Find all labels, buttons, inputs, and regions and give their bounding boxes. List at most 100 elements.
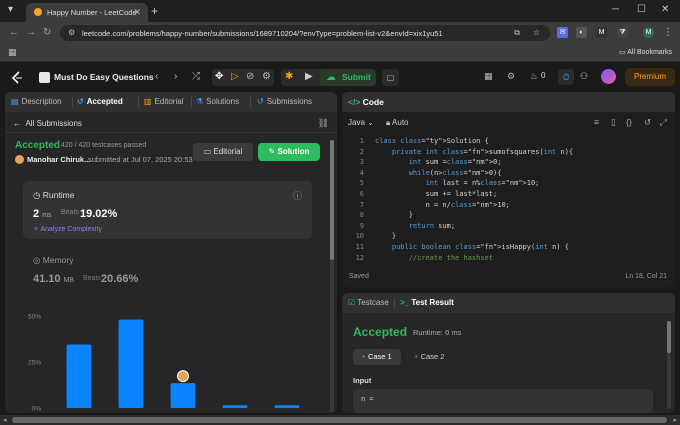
language-select[interactable]: Java ⌄ (348, 118, 374, 127)
submitter-name[interactable]: Manohar Chiruk... (27, 155, 90, 164)
code-line[interactable]: 7 n = n/class="nm">10; (342, 200, 675, 210)
debug-play-icon[interactable]: ▷ (231, 71, 239, 82)
case-2-tab[interactable]: • Case 2 (415, 352, 444, 361)
extension-icon-3[interactable]: M (596, 27, 607, 38)
all-bookmarks-link[interactable]: ▭ All Bookmarks (619, 48, 672, 56)
new-tab-icon[interactable]: + (151, 4, 158, 18)
omnibox[interactable]: ⚙ leetcode.com/problems/happy-number/sub… (60, 25, 550, 41)
tab-accepted[interactable]: ↺ Accepted (77, 97, 123, 106)
chart-bar[interactable] (118, 319, 144, 408)
braces-icon[interactable]: {} (626, 117, 632, 127)
extensions-puzzle-icon[interactable]: ⧩ (617, 27, 628, 38)
code-line[interactable]: 4 while(n>class="nm">0){ (342, 168, 675, 178)
problem-list-icon[interactable] (39, 72, 50, 83)
memory-label[interactable]: ◎ Memory (33, 255, 73, 266)
editorial-button[interactable]: ▭ Editorial (193, 143, 253, 161)
tab-test-result[interactable]: >_ Test Result (400, 298, 454, 307)
line-text[interactable]: int last = n%class="nm">10; (375, 178, 540, 188)
close-window-icon[interactable]: ✕ (661, 4, 669, 15)
user-avatar[interactable] (601, 69, 616, 84)
chrome-menu-icon[interactable]: ⋮ (663, 27, 673, 38)
code-line[interactable]: 6 sum += last*last; (342, 189, 675, 199)
extension-icon-1[interactable]: ✉ (557, 27, 568, 38)
forward-icon[interactable]: → (26, 27, 36, 38)
chart-bar[interactable] (170, 383, 196, 408)
analyze-complexity-link[interactable]: ✧ Analyze Complexity (33, 225, 102, 233)
info-icon[interactable]: ⓘ (293, 189, 302, 202)
code-line[interactable]: 11 public boolean class="fn">isHappy(int… (342, 242, 675, 252)
add-collaborator-icon[interactable]: ⚇ (580, 71, 588, 82)
line-text[interactable]: return sum; (375, 221, 455, 231)
code-line[interactable]: 9 return sum; (342, 221, 675, 231)
reload-icon[interactable]: ↻ (43, 27, 51, 38)
close-tab-icon[interactable]: ✕ (133, 7, 141, 18)
auto-mode-toggle[interactable]: 🔒︎ Auto (386, 118, 409, 128)
bookmark-star-icon[interactable]: ☆ (533, 28, 540, 37)
hide-icon[interactable]: ⊘ (246, 71, 254, 82)
runtime-card[interactable]: ◷ Runtime ⓘ 2 ms Beats 19.02% ✧ Analyze … (23, 181, 312, 239)
problem-list-name[interactable]: Must Do Easy Questions (54, 72, 154, 82)
settings-small-icon[interactable]: ⚙ (262, 71, 271, 82)
cast-icon[interactable]: ⧉ (514, 28, 520, 38)
prev-problem-icon[interactable]: ‹ (155, 71, 158, 82)
tab-solutions[interactable]: ⚗ Solutions (196, 97, 239, 106)
all-submissions-link[interactable]: ← All Submissions (13, 119, 82, 128)
apps-grid-icon[interactable]: ▦ (8, 47, 17, 58)
line-text[interactable]: public boolean class="fn">isHappy(int n)… (375, 242, 569, 252)
code-line[interactable]: 3 int sum =class="nm">0; (342, 157, 675, 167)
code-line[interactable]: 2 private int class="fn">sumofsquares(in… (342, 147, 675, 157)
maximize-icon[interactable]: ☐ (637, 4, 646, 15)
debug-bug-icon[interactable]: ✱ (285, 71, 293, 82)
line-text[interactable]: private int class="fn">sumofsquares(int … (375, 147, 573, 157)
shuffle-icon[interactable]: ⤮ (192, 71, 200, 82)
line-text[interactable]: class class="ty">Solution { (375, 136, 489, 146)
code-line[interactable]: 12 //create the hashset (342, 253, 675, 263)
copy-link-icon[interactable]: ⛓ (318, 118, 329, 129)
tab-list-icon[interactable]: ▾ (8, 4, 13, 15)
site-info-icon[interactable]: ⚙ (68, 28, 75, 37)
bookmark-icon[interactable]: ▯ (611, 117, 616, 128)
tab-description[interactable]: ▤ Description (11, 97, 62, 106)
code-line[interactable]: 5 int last = n%class="nm">10; (342, 178, 675, 188)
code-tab-title[interactable]: </> Code (348, 97, 384, 107)
profile-avatar[interactable]: M (643, 27, 654, 38)
tab-testcase[interactable]: ☑ Testcase (348, 298, 389, 307)
your-submission-marker[interactable] (177, 370, 189, 383)
code-line[interactable]: 10 } (342, 231, 675, 241)
layout-grid-icon[interactable]: ▦ (484, 71, 493, 82)
chart-bar[interactable] (66, 344, 92, 408)
line-text[interactable]: //create the hashset (375, 253, 493, 263)
premium-button[interactable]: Premium (625, 68, 675, 86)
back-icon[interactable]: ← (9, 27, 19, 38)
browser-tab[interactable]: Happy Number - LeetCode ✕ (26, 3, 148, 22)
result-scrollbar[interactable] (667, 321, 671, 409)
runtime-distribution-chart[interactable]: 50% 25% 0% (5, 306, 325, 413)
line-text[interactable]: sum += last*last; (375, 189, 498, 199)
leetcode-logo-icon[interactable] (11, 71, 23, 84)
left-panel-scrollbar[interactable] (330, 140, 334, 412)
tab-submissions[interactable]: ↺ Submissions (257, 97, 312, 106)
solution-button[interactable]: ✎ Solution (258, 143, 320, 161)
fullscreen-icon[interactable]: ⤢ (660, 117, 667, 128)
line-text[interactable]: while(n>class="nm">0){ (375, 168, 502, 178)
code-line[interactable]: 8 } (342, 210, 675, 220)
run-icon[interactable]: ▶ (305, 71, 313, 82)
minimize-icon[interactable]: ─ (612, 4, 619, 15)
extension-icon-2[interactable]: ◐ (576, 27, 587, 38)
case-1-tab[interactable]: • Case 1 (353, 349, 401, 365)
reset-icon[interactable]: ↺ (644, 117, 651, 128)
drag-handle-icon[interactable]: ✥ (215, 71, 223, 82)
settings-gear-icon[interactable]: ⚙ (507, 71, 515, 82)
timer-icon[interactable]: ⏱ (558, 69, 574, 85)
chart-bar[interactable] (222, 405, 248, 408)
page-horizontal-scrollbar[interactable]: ◂ ▸ (0, 415, 680, 425)
line-text[interactable]: int sum =class="nm">0; (375, 157, 502, 167)
submit-button[interactable]: ☁ Submit (320, 69, 376, 86)
next-problem-icon[interactable]: › (174, 71, 177, 82)
streak-flame-icon[interactable]: ♨ (530, 71, 538, 82)
line-text[interactable]: n = n/class="nm">10; (375, 200, 510, 210)
tab-editorial[interactable]: ▥ Editorial (144, 97, 183, 106)
code-line[interactable]: 1 class class="ty">Solution { (342, 136, 675, 146)
notes-icon[interactable]: ▢ (382, 69, 399, 86)
chart-bar[interactable] (274, 405, 300, 408)
